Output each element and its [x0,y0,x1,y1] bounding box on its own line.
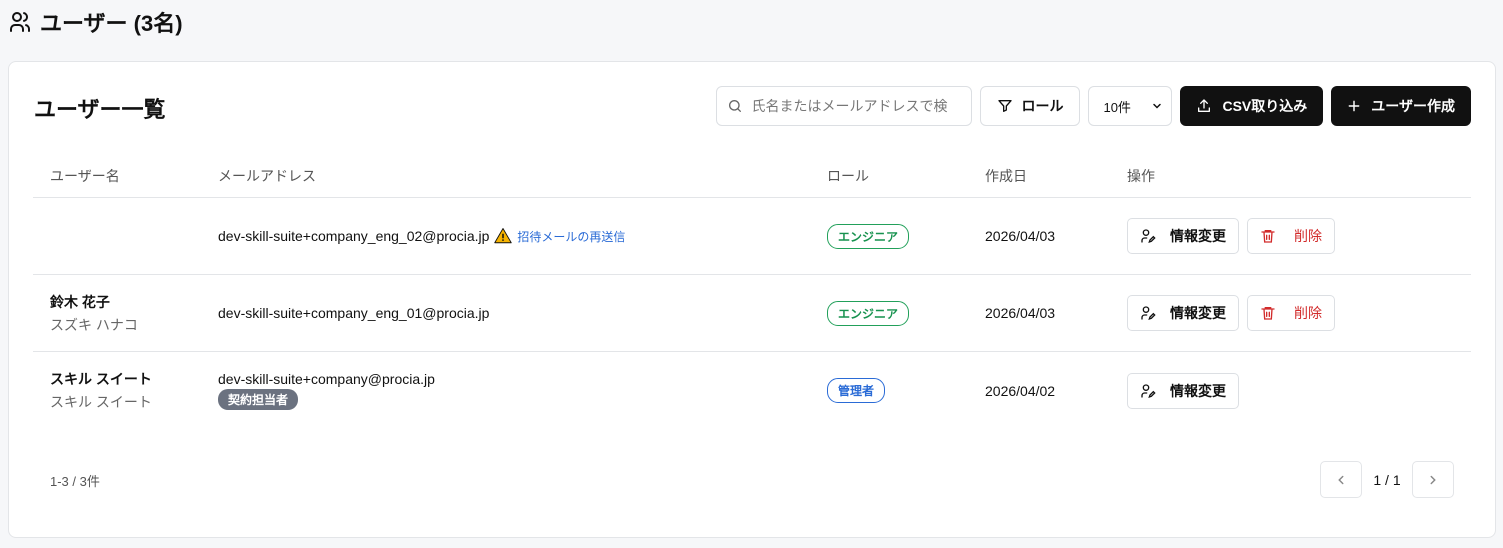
user-email: dev-skill-suite+company@procia.jp [218,371,435,387]
email-cell: dev-skill-suite+company@procia.jp 契約担当者 [218,371,827,410]
edit-info-label: 情報変更 [1170,228,1226,244]
search-box[interactable] [716,86,973,126]
user-edit-icon [1140,228,1156,244]
user-kana: スキル スイート [50,394,152,410]
role-filter-label: ロール [1021,98,1064,114]
user-email: dev-skill-suite+company_eng_02@procia.jp [218,228,490,244]
user-name: 鈴木 花子 [50,293,110,310]
role-badge: エンジニア [827,223,910,249]
created-date: 2026/04/03 [985,305,1056,321]
table-header: ユーザー名 メールアドレス ロール 作成日 操作 [33,154,1471,198]
trash-icon [1260,305,1276,321]
table-row: dev-skill-suite+company_eng_02@procia.jp… [33,198,1471,275]
pagination: 1 / 1 [1320,461,1454,498]
contract-owner-badge: 契約担当者 [218,389,299,410]
table-row: 鈴木 花子 スズキ ハナコ dev-skill-suite+company_en… [33,275,1471,352]
email-cell: dev-skill-suite+company_eng_01@procia.jp [218,305,827,321]
filter-icon [997,98,1013,114]
create-user-button[interactable]: ユーザー作成 [1331,86,1471,126]
upload-icon [1196,98,1212,114]
edit-info-label: 情報変更 [1170,382,1226,399]
csv-import-label: CSV取り込み [1222,98,1308,114]
actions-cell: 情報変更 削除 [1127,218,1471,254]
card-title: ユーザー一覧 [34,97,166,122]
role-badge: 管理者 [827,378,886,403]
chevron-right-icon [1426,473,1440,487]
email-cell: dev-skill-suite+company_eng_02@procia.jp… [218,227,827,245]
page-size-value: 10件 [1103,99,1131,115]
result-count: 1-3 / 3件 [50,474,100,489]
user-cell: 鈴木 花子 スズキ ハナコ [33,292,218,335]
chevron-left-icon [1334,473,1348,487]
next-page-button[interactable] [1412,461,1454,498]
page-size-select[interactable]: 10件 [1088,86,1173,126]
created-date: 2026/04/02 [985,382,1056,399]
role-badge: エンジニア [827,300,910,326]
created-date: 2026/04/03 [985,228,1056,244]
delete-button[interactable]: 削除 [1247,218,1335,254]
header-actions: 操作 [1127,167,1155,184]
resend-invite-link[interactable]: 招待メールの再送信 [517,228,625,245]
table-row: スキル スイート スキル スイート dev-skill-suite+compan… [33,352,1471,429]
page-header: ユーザー (3名) [8,8,183,36]
edit-info-button[interactable]: 情報変更 [1127,372,1239,409]
role-filter-button[interactable]: ロール [980,86,1081,126]
create-user-label: ユーザー作成 [1371,98,1455,114]
role-cell: エンジニア [827,300,985,326]
users-table: ユーザー名 メールアドレス ロール 作成日 操作 dev-skill-suite… [33,154,1471,429]
user-edit-icon [1140,305,1156,321]
header-created: 作成日 [985,167,1027,184]
delete-label: 削除 [1294,305,1322,321]
search-input[interactable] [751,98,962,114]
search-icon [727,98,743,114]
trash-icon [1260,228,1276,244]
csv-import-button[interactable]: CSV取り込み [1180,86,1324,126]
user-cell: スキル スイート スキル スイート [33,369,218,412]
header-username: ユーザー名 [50,167,120,184]
edit-info-button[interactable]: 情報変更 [1127,218,1239,254]
role-cell: エンジニア [827,223,985,249]
user-cell [33,235,218,238]
users-icon [8,10,32,34]
chevron-down-icon [1151,100,1163,112]
prev-page-button[interactable] [1320,461,1362,498]
user-edit-icon [1140,383,1156,399]
header-email: メールアドレス [218,167,316,184]
actions-cell: 情報変更 [1127,372,1471,409]
delete-button[interactable]: 削除 [1247,295,1335,331]
users-card: ユーザー一覧 ロール 10件 CSV取り込み [8,61,1496,538]
page-info: 1 / 1 [1373,471,1401,488]
header-role: ロール [827,167,869,184]
role-cell: 管理者 [827,378,985,403]
edit-info-label: 情報変更 [1170,305,1226,321]
toolbar: ロール 10件 CSV取り込み ユーザー作成 [716,86,1471,126]
warning-icon [494,227,513,245]
edit-info-button[interactable]: 情報変更 [1127,295,1239,331]
actions-cell: 情報変更 削除 [1127,295,1471,331]
user-name: スキル スイート [50,371,152,387]
page-title: ユーザー (3名) [40,11,183,36]
user-email: dev-skill-suite+company_eng_01@procia.jp [218,305,490,321]
delete-label: 削除 [1294,228,1322,244]
plus-icon [1347,99,1361,113]
user-kana: スズキ ハナコ [50,316,138,333]
